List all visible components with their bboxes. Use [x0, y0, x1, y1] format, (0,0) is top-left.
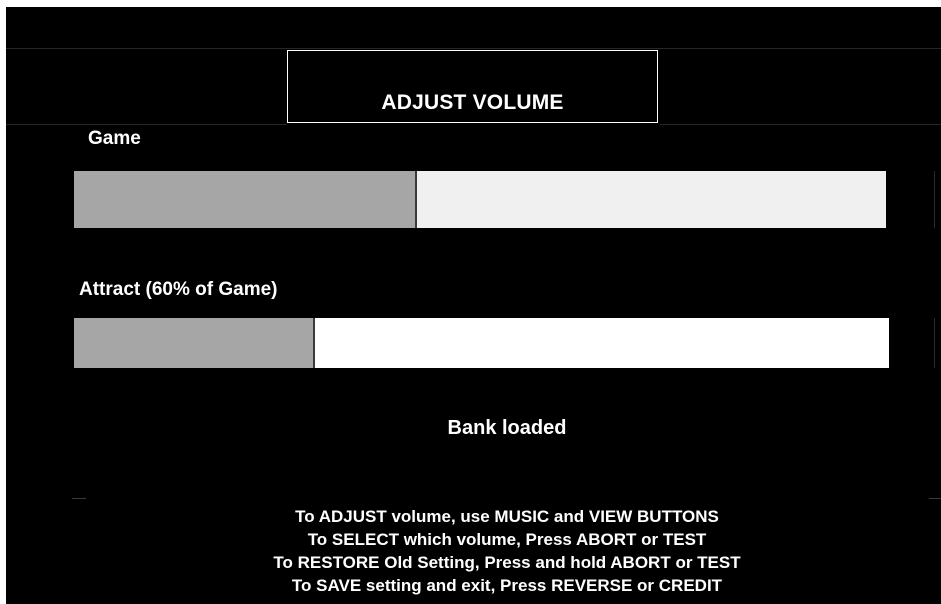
- game-volume-label: Game: [88, 128, 141, 149]
- volume-screen: ADJUST VOLUME Game Attract (60% of Game)…: [6, 7, 941, 604]
- instructions-block: To ADJUST volume, use MUSIC and VIEW BUT…: [6, 505, 941, 597]
- divider-line: [72, 498, 86, 499]
- slider-end-marker: [934, 171, 935, 228]
- instruction-line: To SELECT which volume, Press ABORT or T…: [307, 530, 707, 549]
- slider-end-marker: [934, 318, 935, 368]
- game-volume-fill: [74, 171, 418, 228]
- page-title: ADJUST VOLUME: [381, 91, 564, 114]
- instruction-line: To RESTORE Old Setting, Press and hold A…: [273, 553, 741, 572]
- status-text: Bank loaded: [447, 417, 567, 439]
- attract-volume-label: Attract (60% of Game): [79, 279, 278, 300]
- attract-volume-slider[interactable]: [74, 318, 889, 368]
- divider-line: [660, 124, 941, 125]
- divider-line: [6, 124, 286, 125]
- attract-volume-fill: [74, 318, 316, 368]
- title-box: ADJUST VOLUME: [287, 50, 658, 123]
- divider-line: [929, 498, 941, 499]
- game-volume-slider[interactable]: [74, 171, 886, 228]
- instruction-line: To SAVE setting and exit, Press REVERSE …: [291, 576, 723, 595]
- divider-line: [6, 48, 941, 49]
- instruction-line: To ADJUST volume, use MUSIC and VIEW BUT…: [295, 507, 719, 526]
